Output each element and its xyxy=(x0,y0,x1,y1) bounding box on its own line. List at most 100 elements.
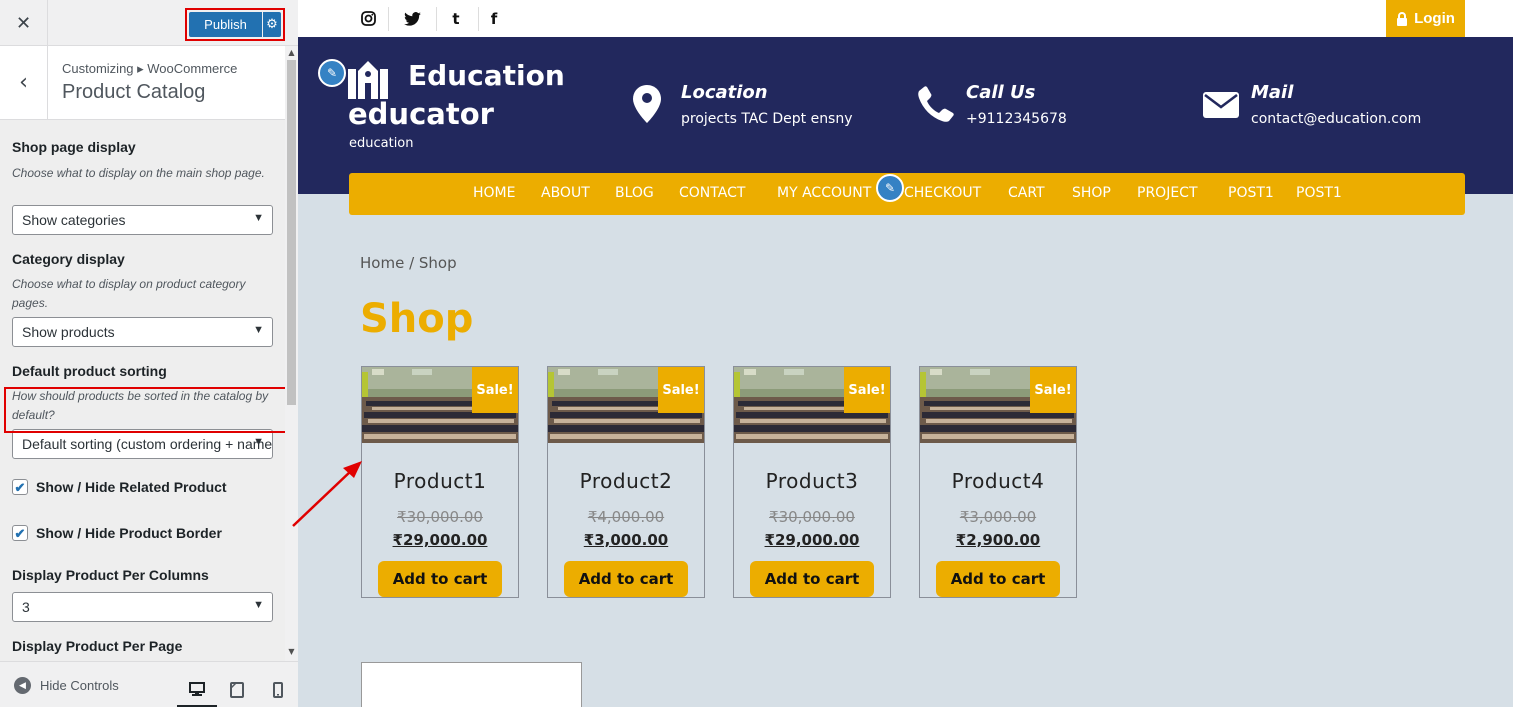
product-old-price: ₹4,000.00 xyxy=(587,508,665,526)
related-product-checkbox[interactable]: ✔ xyxy=(12,479,28,495)
mail-text: contact@education.com xyxy=(1251,111,1422,127)
default-sorting-title: Default product sorting xyxy=(12,363,167,379)
section-title: Product Catalog xyxy=(62,81,206,103)
scroll-down-arrow-icon[interactable]: ▼ xyxy=(285,647,298,659)
shop-page-display-value: Show categories xyxy=(22,212,126,228)
category-display-title: Category display xyxy=(12,251,125,267)
login-button[interactable]: Login xyxy=(1386,0,1465,37)
customizer-header: ✕ Publish ⚙ xyxy=(0,0,298,46)
sale-badge: Sale! xyxy=(844,367,890,413)
product-name[interactable]: Product3 xyxy=(734,469,890,493)
sale-badge: Sale! xyxy=(658,367,704,413)
tablet-preview-icon[interactable] xyxy=(217,672,257,707)
nav-item-post1[interactable]: POST1 xyxy=(1228,185,1274,201)
nav-item-blog[interactable]: BLOG xyxy=(615,185,654,201)
top-bar: t f Login xyxy=(298,0,1513,37)
mobile-preview-icon[interactable] xyxy=(258,672,298,707)
instagram-icon[interactable] xyxy=(350,0,386,37)
category-display-select[interactable]: Show products ▼ xyxy=(12,317,273,347)
lock-icon xyxy=(1397,11,1408,26)
school-logo-icon xyxy=(348,61,388,99)
default-sorting-select[interactable]: Default sorting (custom ordering + name)… xyxy=(12,429,273,459)
product-name[interactable]: Product1 xyxy=(362,469,518,493)
hide-controls-button[interactable]: ◀ Hide Controls xyxy=(14,677,119,694)
nav-item-home[interactable]: HOME xyxy=(473,185,515,201)
panel-scrollbar[interactable]: ▲ ▼ xyxy=(285,46,298,661)
nav-item-cart[interactable]: CART xyxy=(1008,185,1045,201)
nav-item-my-account[interactable]: MY ACCOUNT xyxy=(777,185,871,201)
map-pin-icon xyxy=(633,85,661,123)
add-to-cart-button[interactable]: Add to cart xyxy=(564,561,688,597)
related-product-toggle[interactable]: ✔ Show / Hide Related Product xyxy=(12,479,227,495)
product-name[interactable]: Product4 xyxy=(920,469,1076,493)
twitter-icon[interactable] xyxy=(394,0,430,37)
category-display-description: Choose what to display on product catego… xyxy=(12,277,246,310)
per-columns-value: 3 xyxy=(22,599,30,615)
tumblr-icon[interactable]: t xyxy=(438,0,474,37)
site-preview: t f Login ✎ Education educator education… xyxy=(298,0,1513,707)
customizer-breadcrumb: Customizing ▸ WooCommerce xyxy=(62,61,238,76)
hide-controls-label: Hide Controls xyxy=(40,678,119,693)
product-price: ₹29,000.00 xyxy=(392,531,488,549)
location-title: Location xyxy=(681,82,768,103)
default-sorting-value: Default sorting (custom ordering + name) xyxy=(22,436,273,452)
call-us-title: Call Us xyxy=(966,82,1036,103)
category-display-value: Show products xyxy=(22,324,115,340)
collapse-arrow-icon: ◀ xyxy=(14,677,31,694)
site-tagline: education xyxy=(349,136,414,151)
shop-page-display-select[interactable]: Show categories ▼ xyxy=(12,205,273,235)
product-card[interactable]: Sale! Product1 ₹30,000.00 ₹29,000.00 Add… xyxy=(361,366,519,598)
chevron-down-icon: ▼ xyxy=(253,324,264,336)
edit-shortcut-pencil-icon[interactable]: ✎ xyxy=(318,59,346,87)
phone-icon xyxy=(918,86,954,122)
site-title-line1: Education xyxy=(408,59,565,92)
edit-shortcut-pencil-icon[interactable]: ✎ xyxy=(876,174,904,202)
nav-item-contact[interactable]: CONTACT xyxy=(679,185,745,201)
section-header: ‹ Customizing ▸ WooCommerce Product Cata… xyxy=(0,46,285,120)
add-to-cart-button[interactable]: Add to cart xyxy=(936,561,1060,597)
customizer-panel: ✕ Publish ⚙ ‹ Customizing ▸ WooCommerce … xyxy=(0,0,298,707)
product-card[interactable]: Sale! Product3 ₹30,000.00 ₹29,000.00 Add… xyxy=(733,366,891,598)
scroll-up-arrow-icon[interactable]: ▲ xyxy=(285,48,298,60)
primary-nav: HOME ABOUT BLOG CONTACT MY ACCOUNT CHECK… xyxy=(349,173,1465,215)
breadcrumb: Home / Shop xyxy=(360,254,457,272)
product-border-label: Show / Hide Product Border xyxy=(36,525,222,541)
nav-item-post1-2[interactable]: POST1 xyxy=(1296,185,1342,201)
desktop-preview-icon[interactable] xyxy=(177,672,217,707)
widget-box xyxy=(361,662,582,707)
nav-item-project[interactable]: PROJECT xyxy=(1137,185,1198,201)
call-us-text: +9112345678 xyxy=(966,111,1067,127)
per-page-title: Display Product Per Page xyxy=(12,638,183,654)
add-to-cart-button[interactable]: Add to cart xyxy=(750,561,874,597)
nav-item-shop[interactable]: SHOP xyxy=(1072,185,1111,201)
close-icon[interactable]: ✕ xyxy=(0,0,48,46)
nav-item-about[interactable]: ABOUT xyxy=(541,185,590,201)
per-columns-select[interactable]: 3 ▼ xyxy=(12,592,273,622)
product-border-toggle[interactable]: ✔ Show / Hide Product Border xyxy=(12,525,222,541)
scroll-thumb[interactable] xyxy=(287,60,296,405)
shop-page-display-title: Shop page display xyxy=(12,139,136,155)
publish-settings-gear-icon[interactable]: ⚙ xyxy=(263,12,281,37)
product-old-price: ₹30,000.00 xyxy=(769,508,855,526)
add-to-cart-button[interactable]: Add to cart xyxy=(378,561,502,597)
chevron-down-icon: ▼ xyxy=(253,599,264,611)
nav-item-checkout[interactable]: CHECKOUT xyxy=(904,185,981,201)
product-border-highlight-box xyxy=(4,387,293,433)
sale-badge: Sale! xyxy=(1030,367,1076,413)
page-title: Shop xyxy=(360,296,474,342)
publish-highlight-box: Publish ⚙ xyxy=(185,8,285,41)
product-name[interactable]: Product2 xyxy=(548,469,704,493)
divider xyxy=(388,7,389,31)
product-old-price: ₹30,000.00 xyxy=(397,508,483,526)
publish-button[interactable]: Publish xyxy=(189,12,262,37)
mail-icon xyxy=(1203,92,1239,118)
product-card[interactable]: Sale! Product2 ₹4,000.00 ₹3,000.00 Add t… xyxy=(547,366,705,598)
product-price: ₹2,900.00 xyxy=(955,531,1041,549)
customizer-screen: ✕ Publish ⚙ ‹ Customizing ▸ WooCommerce … xyxy=(0,0,1513,707)
product-card[interactable]: Sale! Product4 ₹3,000.00 ₹2,900.00 Add t… xyxy=(919,366,1077,598)
per-columns-title: Display Product Per Columns xyxy=(12,567,209,583)
customizer-footer: ◀ Hide Controls xyxy=(0,661,298,707)
back-chevron-icon[interactable]: ‹ xyxy=(0,46,48,119)
facebook-icon[interactable]: f xyxy=(476,0,512,37)
product-border-checkbox[interactable]: ✔ xyxy=(12,525,28,541)
